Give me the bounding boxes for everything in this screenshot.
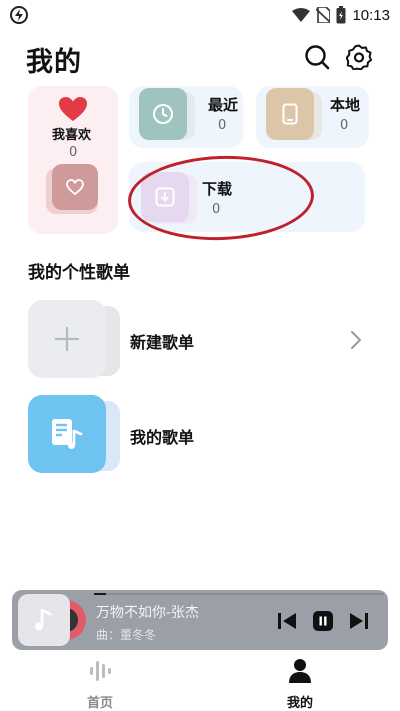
new-playlist-row[interactable]: 新建歌单 [28,300,368,380]
search-icon [305,45,330,70]
settings-button[interactable] [345,44,372,71]
new-playlist-label: 新建歌单 [130,333,195,352]
phone-icon [282,103,298,125]
favorites-count: 0 [69,145,78,160]
page-title: 我的 [26,47,82,78]
gear-icon [345,44,372,71]
chevron-right-icon [351,331,362,349]
local-cover [266,88,314,140]
tab-home-label: 首页 [86,696,113,711]
flash-icon [10,6,28,24]
favorites-cover [52,164,98,210]
section-title: 我的个性歌单 [28,263,130,283]
tab-mine-label: 我的 [286,696,313,711]
previous-button[interactable] [276,610,298,632]
status-bar: 10:13 [0,0,400,30]
my-playlist-row[interactable]: 我的歌单 [28,395,368,475]
recent-card[interactable]: 最近 0 [129,86,243,148]
no-sim-icon [316,7,331,23]
local-card[interactable]: 本地 0 [256,86,369,148]
pause-icon [313,611,333,631]
plus-icon [54,326,80,352]
mini-player[interactable]: 万物不如你-张杰 曲：董冬冬 [12,590,388,650]
favorites-label: 我喜欢 [52,128,92,143]
cover-front [28,300,106,378]
tab-mine[interactable]: 我的 [260,658,340,711]
recent-cover [139,88,187,140]
album-art[interactable] [18,594,70,646]
pause-button[interactable] [312,610,334,632]
new-playlist-cover [28,300,124,380]
my-playlist-label: 我的歌单 [130,428,195,447]
recent-label: 最近 [208,96,239,114]
previous-icon [278,613,296,629]
song-title: 万物不如你-张杰 [96,605,200,621]
user-icon [289,659,311,683]
next-icon [350,613,368,629]
tab-home[interactable]: 首页 [60,658,140,711]
heart-icon [59,97,87,121]
tab-bar: 首页 我的 [0,652,400,711]
clock: 10:13 [352,6,390,24]
battery-icon [336,6,346,24]
music-note-icon [35,608,52,631]
my-playlist-cover [28,395,124,475]
progress-bar[interactable] [94,593,384,595]
search-button[interactable] [304,44,330,70]
favorites-card[interactable]: 我喜欢 0 [28,86,118,234]
song-artist: 曲：董冬冬 [96,628,157,642]
cover-front [28,395,106,473]
local-label: 本地 [330,96,361,114]
progress-fill [94,593,106,595]
wifi-icon [292,8,311,22]
clock-icon [153,104,173,124]
heart-outline-icon [66,179,84,195]
music-list-icon [52,419,83,449]
soundwave-icon [90,661,111,681]
local-count: 0 [340,118,349,133]
next-button[interactable] [348,610,370,632]
recent-count: 0 [218,118,227,133]
